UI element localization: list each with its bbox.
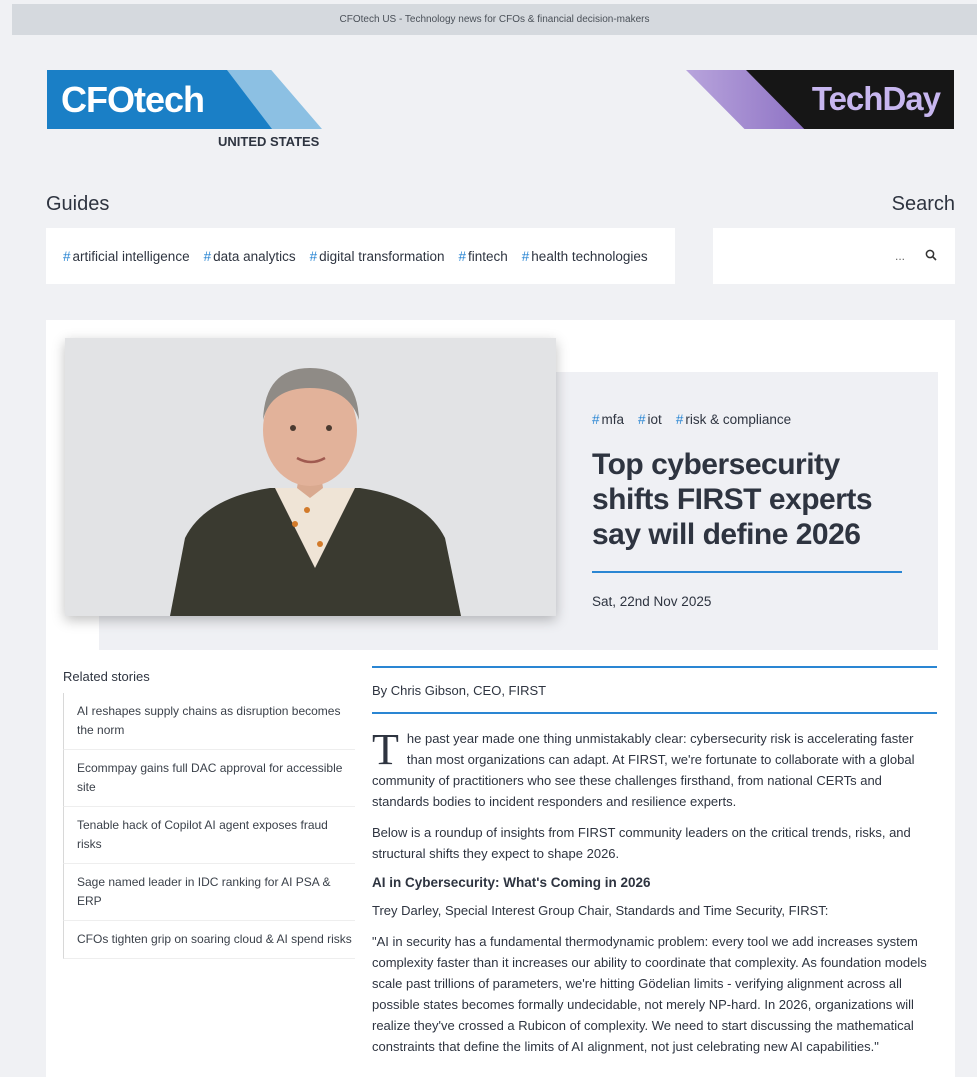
related-stories-list: AI reshapes supply chains as disruption …	[63, 693, 355, 959]
guide-tags: # artificial intelligence # data analytics…	[46, 228, 675, 284]
article-byline: By Chris Gibson, CEO, FIRST	[372, 683, 547, 698]
logo-wordmark: CFOtech	[61, 79, 205, 120]
article-date: Sat, 22nd Nov 2025	[592, 594, 712, 609]
tag-health-technologies[interactable]: # health technologies	[522, 249, 648, 264]
tag-data-analytics[interactable]: # data analytics	[204, 249, 296, 264]
tag-risk-compliance[interactable]: # risk & compliance	[676, 412, 791, 427]
search-input[interactable]	[735, 249, 905, 263]
related-story-link[interactable]: AI reshapes supply chains as disruption …	[63, 693, 355, 750]
cfotech-logo[interactable]: CFOtech UNITED STATES	[47, 70, 322, 152]
byline-rule-bottom	[372, 712, 937, 714]
article-body: By Chris Gibson, CEO, FIRST The past yea…	[372, 666, 937, 1057]
related-story-link[interactable]: Ecommpay gains full DAC approval for acc…	[63, 750, 355, 807]
techday-wordmark: TechDay	[811, 80, 941, 117]
related-stories-heading: Related stories	[63, 669, 150, 684]
site-tagline: CFOtech US - Technology news for CFOs & …	[339, 14, 650, 25]
tag-mfa[interactable]: # mfa	[592, 412, 624, 427]
article-card: # mfa # iot # risk & compliance Top cyberse…	[46, 320, 955, 1077]
logo-region: UNITED STATES	[218, 134, 320, 149]
headline-divider	[592, 571, 902, 573]
related-story-link[interactable]: Tenable hack of Copilot AI agent exposes…	[63, 807, 355, 864]
tag-fintech[interactable]: # fintech	[458, 249, 507, 264]
speaker-attribution: Trey Darley, Special Interest Group Chai…	[372, 903, 829, 918]
hero-tags: # mfa # iot # risk & compliance	[592, 412, 791, 427]
tag-iot[interactable]: # iot	[638, 412, 662, 427]
search-heading: Search	[891, 193, 955, 215]
search-icon[interactable]	[925, 249, 937, 264]
guides-heading: Guides	[46, 193, 110, 215]
article-quote: "AI in security has a fundamental thermo…	[372, 934, 927, 1054]
site-tagline-bar: CFOtech US - Technology news for CFOs & …	[12, 4, 977, 35]
tag-artificial-intelligence[interactable]: # artificial intelligence	[63, 249, 190, 264]
related-story-link[interactable]: CFOs tighten grip on soaring cloud & AI …	[63, 921, 355, 959]
section-heading: AI in Cybersecurity: What's Coming in 20…	[372, 875, 651, 890]
article-paragraph: The past year made one thing unmistakabl…	[372, 725, 915, 810]
hero-photo	[65, 338, 556, 616]
article-headline: Top cybersecurity shifts FIRST experts s…	[592, 448, 873, 551]
search-box	[713, 228, 955, 284]
drop-cap: T	[372, 725, 399, 774]
article-paragraph: Below is a roundup of insights from FIRS…	[372, 825, 911, 861]
related-story-link[interactable]: Sage named leader in IDC ranking for AI …	[63, 864, 355, 921]
tag-digital-transformation[interactable]: # digital transformation	[310, 249, 445, 264]
techday-logo[interactable]: TechDay	[686, 70, 954, 129]
